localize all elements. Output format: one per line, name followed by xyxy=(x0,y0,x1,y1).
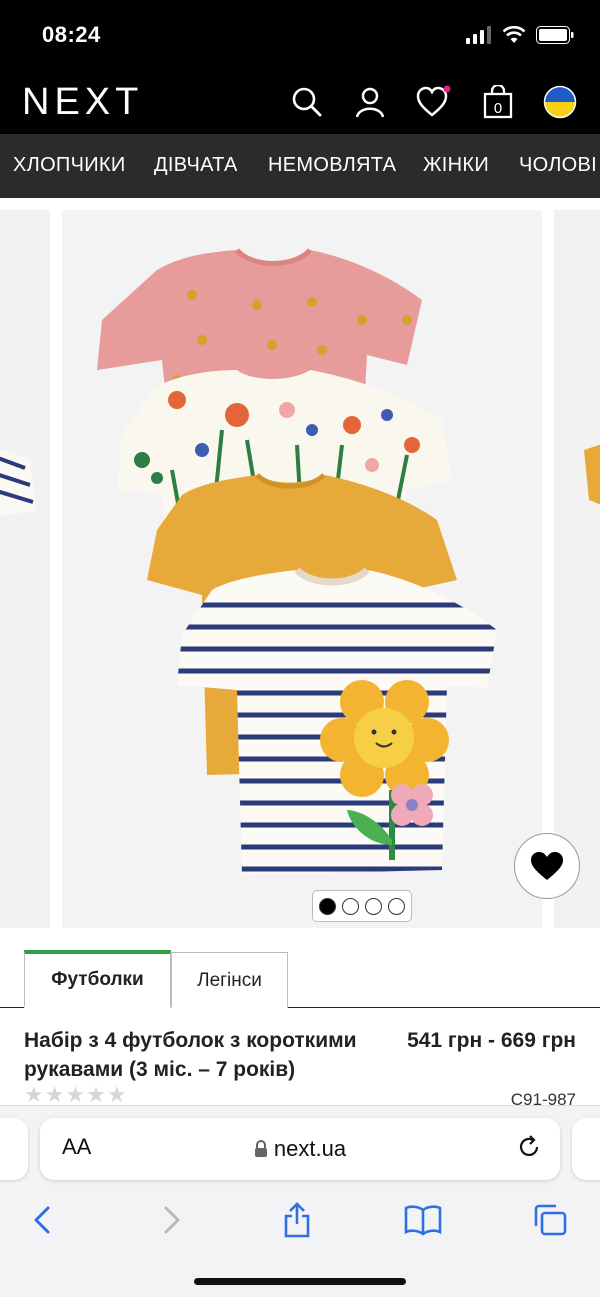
add-to-wishlist-button[interactable] xyxy=(514,833,580,899)
product-tabs: Футболки Легінси xyxy=(0,948,600,1008)
browser-toolbar: AA next.ua xyxy=(0,1105,600,1297)
previous-browser-tab[interactable] xyxy=(0,1118,28,1180)
bookmarks-icon[interactable] xyxy=(403,1200,443,1240)
status-icons xyxy=(466,26,574,44)
tshirt-set-illustration xyxy=(97,248,497,875)
wifi-icon xyxy=(502,26,526,43)
account-icon[interactable] xyxy=(352,84,388,120)
nav-item-boys[interactable]: ХЛОПЧИКИ xyxy=(13,154,126,177)
nav-item-women[interactable]: ЖІНКИ xyxy=(423,154,489,177)
gallery-dot-3[interactable] xyxy=(365,897,382,915)
next-logo[interactable]: NEXT xyxy=(22,81,143,124)
reload-icon[interactable] xyxy=(516,1134,542,1165)
wishlist-icon[interactable] xyxy=(416,84,452,120)
address-bar[interactable]: AA next.ua xyxy=(40,1118,560,1180)
tab-leggings[interactable]: Легінси xyxy=(171,952,288,1008)
bag-count: 0 xyxy=(494,100,502,117)
next-browser-tab[interactable] xyxy=(572,1118,600,1180)
product-gallery[interactable] xyxy=(0,198,600,940)
product-title: Набір з 4 футболок з короткими рукавами … xyxy=(24,1029,357,1081)
site-header: NEXT 0 xyxy=(0,70,600,134)
bag-icon[interactable]: 0 xyxy=(480,84,516,120)
back-icon[interactable] xyxy=(22,1200,62,1240)
tab-tshirts[interactable]: Футболки xyxy=(24,950,171,1008)
gallery-pagination xyxy=(312,890,412,922)
battery-icon xyxy=(536,26,574,44)
nav-item-babies[interactable]: НЕМОВЛЯТА xyxy=(268,154,396,177)
gallery-dot-1[interactable] xyxy=(319,897,336,915)
status-time: 08:24 xyxy=(42,22,101,47)
url-display[interactable]: next.ua xyxy=(40,1136,560,1162)
category-nav: ХЛОПЧИКИ ДІВЧАТА НЕМОВЛЯТА ЖІНКИ ЧОЛОВІ xyxy=(0,134,600,198)
wishlist-dot xyxy=(443,85,451,93)
home-indicator xyxy=(194,1278,406,1285)
gallery-dot-4[interactable] xyxy=(388,897,405,915)
url-text: next.ua xyxy=(273,1136,347,1161)
share-icon[interactable] xyxy=(277,1200,317,1240)
lock-icon xyxy=(254,1140,267,1157)
heart-icon xyxy=(531,852,563,880)
ukraine-flag-icon[interactable] xyxy=(542,84,578,120)
next-slide[interactable] xyxy=(554,210,600,928)
status-bar: 08:24 xyxy=(0,0,600,70)
gallery-dot-2[interactable] xyxy=(342,897,359,915)
signal-icon xyxy=(466,26,491,44)
product-image[interactable] xyxy=(62,210,542,928)
tabs-icon[interactable] xyxy=(530,1200,570,1240)
search-icon[interactable] xyxy=(289,84,325,120)
previous-slide[interactable] xyxy=(0,210,50,928)
nav-item-men[interactable]: ЧОЛОВІ xyxy=(519,154,597,177)
forward-icon[interactable] xyxy=(152,1200,192,1240)
product-price: 541 грн - 669 грн xyxy=(407,1029,576,1052)
nav-item-girls[interactable]: ДІВЧАТА xyxy=(154,154,238,177)
